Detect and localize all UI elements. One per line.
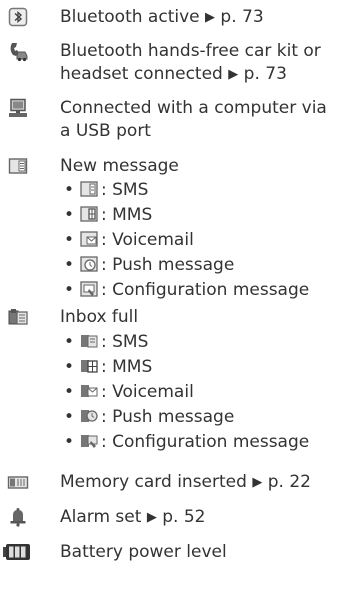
- new-message-label: New message: [60, 156, 179, 176]
- car-kit-icon: [7, 40, 29, 62]
- bluetooth-text: Bluetooth active ▶ p. 73: [60, 7, 264, 27]
- arrow-icon: ▶: [146, 510, 157, 525]
- usb-line2: a USB port: [60, 121, 151, 141]
- alarm-text: Alarm set ▶ p. 52: [60, 507, 206, 527]
- list-item: •: SMS: [64, 179, 149, 200]
- list-item: •: Voicemail: [64, 381, 194, 402]
- bell-icon: [7, 506, 29, 528]
- arrow-icon: ▶: [228, 67, 239, 82]
- list-item: •: Push message: [64, 406, 235, 427]
- arrow-icon: ▶: [205, 10, 216, 25]
- inbox-config-icon: [79, 431, 99, 451]
- memory-card-text: Memory card inserted ▶ p. 22: [60, 472, 311, 492]
- memory-card-icon: [7, 471, 29, 493]
- list-item: •: MMS: [64, 204, 153, 225]
- computer-icon: [7, 97, 29, 119]
- handsfree-line1: Bluetooth hands-free car kit or: [60, 41, 321, 61]
- configuration-message-icon: [79, 279, 99, 299]
- arrow-icon: ▶: [252, 475, 263, 490]
- inbox-voicemail-icon: [79, 381, 99, 401]
- list-item: •: Push message: [64, 254, 235, 275]
- sms-icon: [79, 179, 99, 199]
- bluetooth-icon: [7, 6, 29, 28]
- inbox-full-label: Inbox full: [60, 307, 139, 327]
- usb-line1: Connected with a computer via: [60, 98, 327, 118]
- handsfree-line2: headset connected ▶ p. 73: [60, 64, 287, 84]
- inbox-sms-icon: [79, 331, 99, 351]
- inbox-full-icon: [7, 306, 29, 328]
- inbox-push-icon: [79, 406, 99, 426]
- mms-icon: [79, 204, 99, 224]
- list-item: •: Configuration message: [64, 431, 310, 452]
- message-icon: [7, 155, 29, 177]
- push-message-icon: [79, 254, 99, 274]
- voicemail-icon: [79, 229, 99, 249]
- list-item: •: Configuration message: [64, 279, 310, 300]
- inbox-mms-icon: [79, 356, 99, 376]
- battery-icon: [2, 541, 32, 563]
- list-item: •: MMS: [64, 356, 153, 377]
- list-item: •: SMS: [64, 331, 149, 352]
- list-item: •: Voicemail: [64, 229, 194, 250]
- battery-text: Battery power level: [60, 542, 227, 562]
